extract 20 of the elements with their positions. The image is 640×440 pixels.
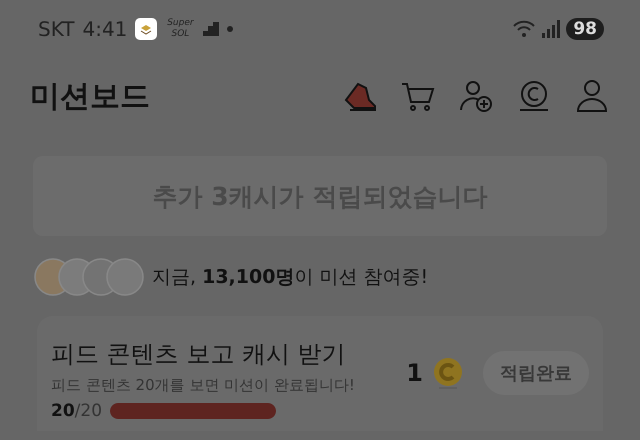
app-label: Super SOL [166,18,195,40]
signal-icon [542,20,560,38]
profile-button[interactable] [574,78,610,114]
clock-time: 4:41 [82,17,128,41]
mission-title: 피드 콘텐츠 보고 캐시 받기 [51,339,347,370]
stairs-icon [203,22,220,36]
app-icon [135,18,158,40]
progress-count: 20/20 [51,401,102,421]
carrier-label: SKT [38,17,74,41]
participants-text: 지금, 13,100명이 미션 참여중! [152,265,428,290]
dot-icon [227,26,234,32]
reward-amount: 1 [406,358,423,386]
page-title: 미션보드 [30,78,151,116]
add-friend-icon [458,78,494,114]
profile-icon [574,78,610,114]
wifi-icon [512,20,536,38]
coin-icon [433,356,463,388]
battery-level: 98 [566,18,604,40]
avatar-placeholder [106,258,144,296]
add-friend-button[interactable] [458,78,494,114]
